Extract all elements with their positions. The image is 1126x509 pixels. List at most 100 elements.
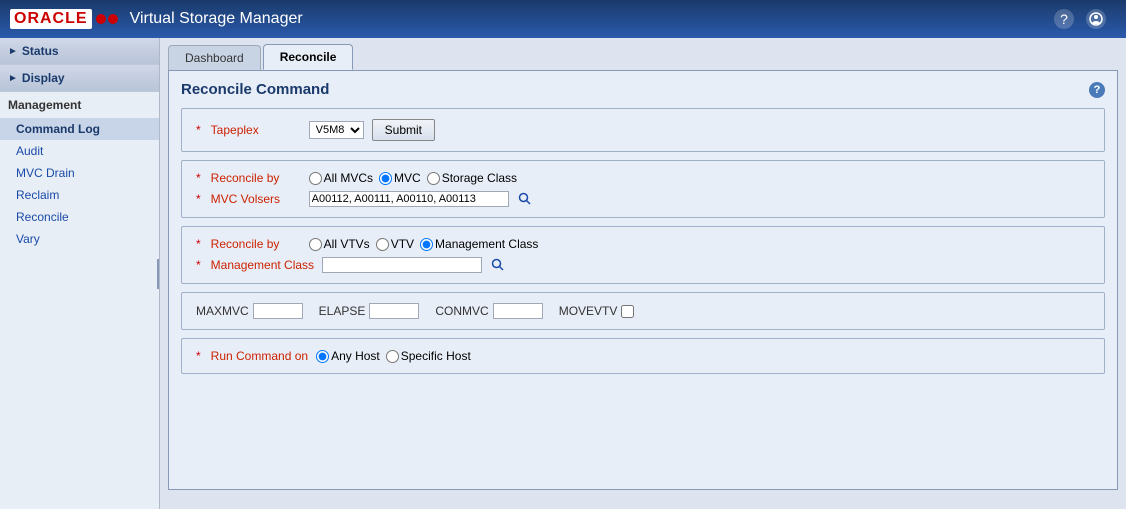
radio-specific-host[interactable]: Specific Host (386, 349, 471, 363)
reconcile-by-mvc-radio-group: All MVCs MVC Storage Class (309, 171, 517, 185)
submit-button[interactable]: Submit (372, 119, 435, 141)
radio-all-vtvs[interactable]: All VTVs (309, 237, 370, 251)
run-command-row: * Run Command on Any Host Specific Host (196, 349, 1090, 363)
radio-storage-class-input[interactable] (427, 172, 440, 185)
sidebar-item-reconcile[interactable]: Reconcile (0, 206, 159, 228)
run-command-section: * Run Command on Any Host Specific Host (181, 338, 1105, 374)
conmvc-label: CONMVC (435, 304, 488, 318)
mvc-volsers-input[interactable] (309, 191, 509, 207)
reconcile-by-vtv-label: Reconcile by (211, 237, 301, 251)
management-class-row: * Management Class (196, 257, 1090, 273)
tabs-bar: Dashboard Reconcile (160, 38, 1126, 70)
radio-any-host-input[interactable] (316, 350, 329, 363)
sidebar-status-header[interactable]: ► Status (0, 38, 159, 64)
movevtv-checkbox[interactable] (621, 305, 634, 318)
management-class-required: * (196, 258, 201, 272)
mvc-volsers-required: * (196, 192, 201, 206)
radio-mvc-label: MVC (394, 171, 421, 185)
status-arrow-icon: ► (8, 46, 18, 57)
tapeplex-select[interactable]: V5M8 (309, 121, 364, 139)
header-user-icon[interactable] (1086, 9, 1106, 29)
header-icons: ? (1054, 9, 1106, 29)
elapse-field: ELAPSE (319, 303, 420, 319)
sidebar-item-vary[interactable]: Vary (0, 228, 159, 250)
maxmvc-label: MAXMVC (196, 304, 249, 318)
management-class-input[interactable] (322, 257, 482, 273)
app-title: Virtual Storage Manager (130, 10, 303, 28)
sidebar-section-display: ► Display (0, 65, 159, 92)
radio-specific-host-input[interactable] (386, 350, 399, 363)
radio-storage-class[interactable]: Storage Class (427, 171, 517, 185)
reconcile-mvc-section: * Reconcile by All MVCs MVC (181, 160, 1105, 218)
run-command-radio-group: Any Host Specific Host (316, 349, 471, 363)
reconcile-by-mvc-label: Reconcile by (211, 171, 301, 185)
maxmvc-field: MAXMVC (196, 303, 303, 319)
radio-any-host[interactable]: Any Host (316, 349, 380, 363)
conmvc-field: CONMVC (435, 303, 542, 319)
content-body: Reconcile Command ? * Tapeplex V5M8 Subm… (168, 70, 1118, 490)
oracle-circles (96, 14, 118, 24)
tapeplex-label: Tapeplex (211, 123, 301, 137)
header-help-icon[interactable]: ? (1054, 9, 1074, 29)
radio-management-class-label: Management Class (435, 237, 538, 251)
page-help-icon[interactable]: ? (1089, 82, 1105, 98)
page-title: Reconcile Command ? (181, 81, 1105, 98)
page-title-text: Reconcile Command (181, 81, 329, 98)
sidebar-section-status: ► Status (0, 38, 159, 65)
mvc-volsers-row: * MVC Volsers (196, 191, 1090, 207)
content-area: Dashboard Reconcile Reconcile Command ? … (160, 38, 1126, 509)
radio-mvc-input[interactable] (379, 172, 392, 185)
radio-all-vtvs-label: All VTVs (324, 237, 370, 251)
radio-specific-host-label: Specific Host (401, 349, 471, 363)
sidebar-item-reclaim[interactable]: Reclaim (0, 184, 159, 206)
display-arrow-icon: ► (8, 73, 18, 84)
reconcile-by-vtv-radio-group: All VTVs VTV Management Class (309, 237, 539, 251)
sidebar-display-label: Display (22, 71, 65, 85)
management-class-search-icon[interactable] (490, 257, 506, 273)
reconcile-vtv-section: * Reconcile by All VTVs VTV (181, 226, 1105, 284)
sidebar-status-label: Status (22, 44, 59, 58)
oracle-circle-2 (108, 14, 118, 24)
reconcile-by-mvc-required: * (196, 171, 201, 185)
radio-all-mvcs[interactable]: All MVCs (309, 171, 373, 185)
sidebar-item-command-log[interactable]: Command Log (0, 118, 159, 140)
radio-all-mvcs-label: All MVCs (324, 171, 373, 185)
radio-storage-class-label: Storage Class (442, 171, 517, 185)
conmvc-input[interactable] (493, 303, 543, 319)
sidebar-item-audit[interactable]: Audit (0, 140, 159, 162)
tapeplex-required: * (196, 123, 201, 137)
radio-vtv[interactable]: VTV (376, 237, 414, 251)
radio-vtv-input[interactable] (376, 238, 389, 251)
app-header: ORACLE Virtual Storage Manager ? (0, 0, 1126, 38)
elapse-input[interactable] (369, 303, 419, 319)
reconcile-by-mvc-row: * Reconcile by All MVCs MVC (196, 171, 1090, 185)
sidebar-item-mvc-drain[interactable]: MVC Drain (0, 162, 159, 184)
tab-reconcile[interactable]: Reconcile (263, 44, 354, 70)
maxmvc-input[interactable] (253, 303, 303, 319)
mvc-volsers-search-icon[interactable] (517, 191, 533, 207)
mvc-volsers-label: MVC Volsers (211, 192, 301, 206)
radio-vtv-label: VTV (391, 237, 414, 251)
reconcile-by-vtv-row: * Reconcile by All VTVs VTV (196, 237, 1090, 251)
sidebar: ► Status ► Display Management Command Lo… (0, 38, 160, 509)
run-command-label: Run Command on (211, 349, 308, 363)
movevtv-field: MOVEVTV (559, 304, 635, 318)
tapeplex-row: * Tapeplex V5M8 Submit (196, 119, 1090, 141)
params-row: MAXMVC ELAPSE CONMVC MOVEVTV (196, 303, 1090, 319)
radio-management-class[interactable]: Management Class (420, 237, 538, 251)
params-section: MAXMVC ELAPSE CONMVC MOVEVTV (181, 292, 1105, 330)
radio-management-class-input[interactable] (420, 238, 433, 251)
movevtv-label: MOVEVTV (559, 304, 618, 318)
sidebar-management-label: Management (0, 92, 159, 118)
management-class-label: Management Class (211, 258, 314, 272)
oracle-circle-1 (96, 14, 106, 24)
radio-mvc[interactable]: MVC (379, 171, 421, 185)
sidebar-display-header[interactable]: ► Display (0, 65, 159, 91)
run-command-required: * (196, 349, 201, 363)
tapeplex-section: * Tapeplex V5M8 Submit (181, 108, 1105, 152)
oracle-text: ORACLE (10, 9, 92, 29)
oracle-logo: ORACLE (10, 9, 118, 29)
radio-all-mvcs-input[interactable] (309, 172, 322, 185)
tab-dashboard[interactable]: Dashboard (168, 45, 261, 70)
radio-all-vtvs-input[interactable] (309, 238, 322, 251)
